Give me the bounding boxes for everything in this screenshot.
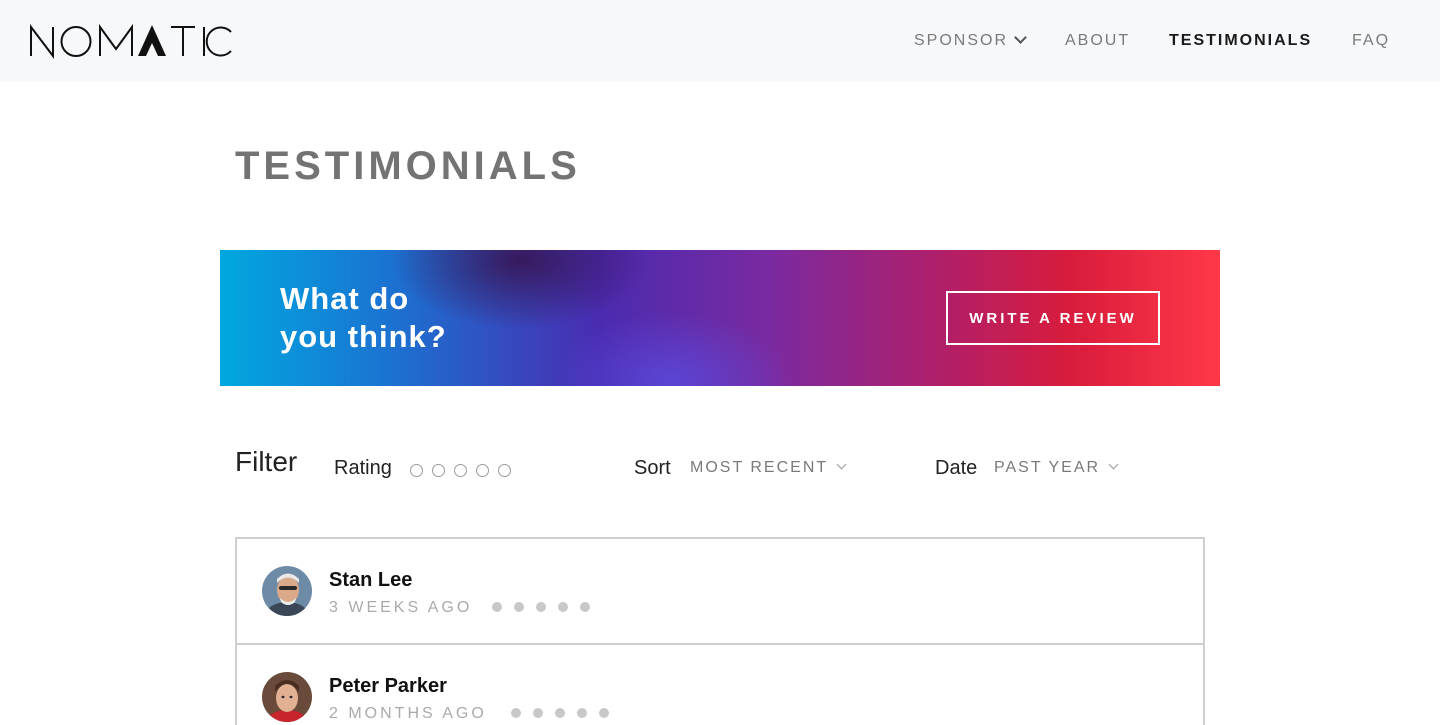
review-item[interactable]: Stan Lee 3 WEEKS AGO [237,539,1203,645]
rating-dot-5[interactable] [498,464,511,477]
banner-headline-line1: What do [280,281,410,316]
write-review-button[interactable]: WRITE A REVIEW [946,291,1160,345]
nav-testimonials[interactable]: TESTIMONIALS [1169,32,1312,50]
rating-dot [599,708,609,718]
nomatic-logo[interactable] [30,23,232,59]
review-date: 2 MONTHS AGO [329,705,487,722]
nav-about[interactable]: ABOUT [1065,32,1130,50]
chevron-down-icon [836,459,847,470]
nav-sponsor[interactable]: SPONSOR [914,31,1027,50]
reviewer-name: Stan Lee [329,569,413,591]
filter-label: Filter [235,446,298,477]
rating-dot [514,602,524,612]
reviewer-name: Peter Parker [329,675,447,697]
rating-dot [555,708,565,718]
review-cta-banner: What do you think? WRITE A REVIEW [220,250,1220,386]
review-list: Stan Lee 3 WEEKS AGO Peter Parker 2 MONT… [235,537,1205,725]
chevron-down-icon [1108,459,1119,470]
review-rating [511,708,609,718]
sort-dropdown[interactable]: MOST RECENT [690,459,847,477]
banner-headline: What do you think? [280,280,480,356]
rating-dot-1[interactable] [410,464,423,477]
chevron-down-icon [1014,31,1027,44]
date-dropdown-value: PAST YEAR [994,459,1101,476]
site-header: SPONSOR ABOUT TESTIMONIALS FAQ [0,0,1440,82]
rating-dot [558,602,568,612]
peter-parker-avatar [262,672,312,722]
rating-dot [536,602,546,612]
rating-dot [511,708,521,718]
rating-dot [492,602,502,612]
sort-dropdown-value: MOST RECENT [690,459,829,476]
nav-sponsor-label: SPONSOR [914,32,1009,49]
rating-dot [577,708,587,718]
rating-dot [580,602,590,612]
date-dropdown[interactable]: PAST YEAR [994,459,1119,477]
date-label: Date [935,457,978,479]
rating-dot-2[interactable] [432,464,445,477]
sort-label: Sort [634,457,671,479]
rating-label: Rating [334,457,392,479]
banner-headline-line2: you think? [280,319,447,354]
rating-dot [533,708,543,718]
rating-filter[interactable] [410,464,511,477]
stan-lee-avatar [262,566,312,616]
nav-faq[interactable]: FAQ [1352,32,1390,50]
review-rating [492,602,590,612]
page-title: TESTIMONIALS [235,144,581,188]
review-item[interactable]: Peter Parker 2 MONTHS AGO [237,645,1203,725]
rating-dot-4[interactable] [476,464,489,477]
review-date: 3 WEEKS AGO [329,599,473,616]
rating-dot-3[interactable] [454,464,467,477]
